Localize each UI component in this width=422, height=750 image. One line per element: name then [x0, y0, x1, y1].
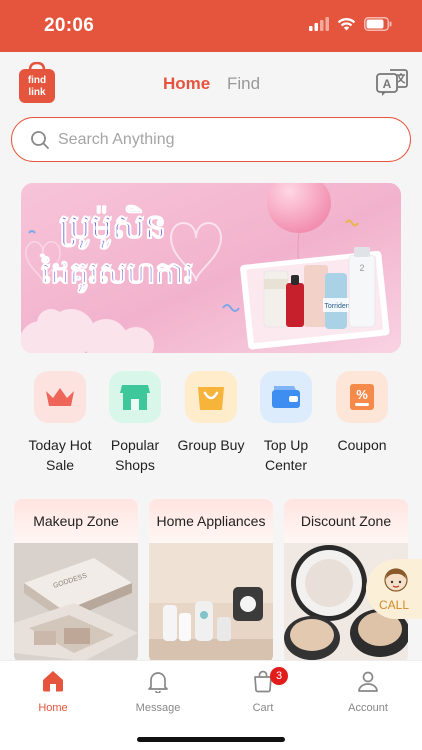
- zone-image-home-appliances: [149, 543, 273, 663]
- status-time: 20:06: [44, 15, 95, 36]
- tab-home[interactable]: Home: [163, 74, 210, 94]
- logo-text-find: find: [28, 75, 46, 86]
- nav-label: Cart: [252, 702, 274, 714]
- category-coupon[interactable]: % Coupon: [324, 371, 400, 455]
- nav-label: Home: [38, 702, 68, 714]
- zone-title: Discount Zone: [284, 499, 408, 543]
- call-label: CALL: [379, 598, 410, 612]
- zone-title: Home Appliances: [149, 499, 273, 543]
- promo-banner[interactable]: ប្រូម៉ូសិន ដៃគូរសហការ Torriden 2: [21, 183, 401, 353]
- zone-image-makeup: GODDESS: [14, 543, 138, 663]
- category-icon-bg: [260, 371, 312, 423]
- translate-icon: A: [376, 69, 408, 96]
- tab-find[interactable]: Find: [227, 74, 260, 94]
- category-today-hot-sale[interactable]: Today Hot Sale: [22, 371, 98, 475]
- logo-text-link: link: [28, 87, 46, 98]
- product-label: Torriden: [324, 303, 349, 310]
- cart-badge: 3: [270, 667, 288, 685]
- svg-text:%: %: [356, 387, 368, 402]
- category-icon-bg: %: [336, 371, 388, 423]
- banner-title-line1: ប្រូម៉ូសិន: [59, 205, 166, 250]
- wallet-icon: [272, 386, 300, 408]
- category-label: Popular Shops: [110, 437, 160, 473]
- category-icon-bg: [109, 371, 161, 423]
- coupon-icon: %: [350, 384, 374, 410]
- zone-title: Makeup Zone: [14, 499, 138, 543]
- zone-card-makeup[interactable]: Makeup Zone GODDESS: [14, 499, 138, 663]
- banner-title-line2: ដៃគូរសហការ: [40, 253, 193, 294]
- category-icon-bg: [34, 371, 86, 423]
- zone-card-home-appliances[interactable]: Home Appliances: [149, 499, 273, 663]
- home-indicator: [137, 737, 285, 742]
- category-label: Group Buy: [177, 437, 245, 453]
- nav-message[interactable]: Message: [118, 669, 198, 714]
- shop-icon: [120, 385, 150, 410]
- banner-artwork: ប្រូម៉ូសិន ដៃគូរសហការ Torriden 2: [21, 183, 401, 353]
- category-row: Today Hot Sale Popular Shops Group Buy T…: [0, 371, 422, 481]
- signal-icon: [309, 17, 329, 31]
- category-label: Today Hot Sale: [28, 437, 92, 473]
- category-popular-shops[interactable]: Popular Shops: [97, 371, 173, 475]
- product-number: 2: [359, 263, 364, 273]
- nav-label: Message: [135, 702, 181, 714]
- findlink-logo[interactable]: find link: [18, 61, 56, 104]
- nav-account[interactable]: Account: [328, 669, 408, 714]
- call-button[interactable]: CALL: [366, 559, 422, 619]
- wifi-icon: [337, 17, 356, 31]
- search-icon: [31, 131, 49, 149]
- category-label: Top Up Center: [263, 437, 309, 473]
- category-icon-bg: [185, 371, 237, 423]
- bell-icon: [148, 672, 168, 694]
- category-top-up-center[interactable]: Top Up Center: [248, 371, 324, 475]
- category-label: Coupon: [337, 437, 387, 453]
- nav-label: Account: [348, 702, 388, 714]
- home-icon: [43, 671, 63, 692]
- status-icons: [309, 17, 392, 31]
- header: find link Home Find A: [0, 52, 422, 116]
- category-group-buy[interactable]: Group Buy: [173, 371, 249, 455]
- status-bar: 20:06: [0, 0, 422, 52]
- support-agent-icon: [384, 568, 408, 592]
- svg-text:A: A: [383, 77, 392, 91]
- crown-icon: [46, 388, 74, 406]
- nav-home[interactable]: Home: [13, 669, 93, 714]
- search-bar[interactable]: [11, 117, 411, 162]
- bag-icon: [198, 387, 224, 410]
- user-icon: [358, 671, 378, 692]
- battery-icon: [364, 17, 392, 31]
- nav-cart[interactable]: 3 Cart: [223, 667, 303, 714]
- translate-button[interactable]: A: [376, 68, 408, 98]
- search-input[interactable]: [58, 128, 378, 152]
